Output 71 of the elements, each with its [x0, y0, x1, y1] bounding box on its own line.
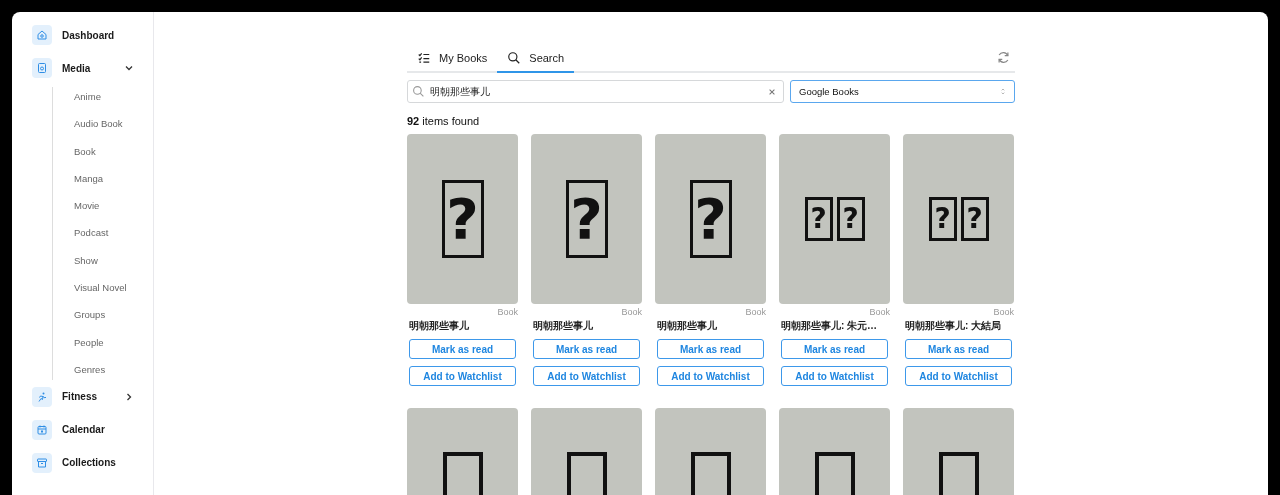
sidebar-subitem[interactable]: Genres — [74, 359, 153, 380]
book-title[interactable]: 明朝那些事儿 — [533, 319, 642, 333]
action-button[interactable]: Mark as read — [533, 339, 640, 359]
action-button[interactable]: Add to Watchlist — [533, 366, 640, 386]
tab[interactable]: My Books — [407, 44, 498, 73]
sidebar-subitem[interactable]: Podcast — [74, 223, 153, 251]
checklist-icon — [417, 50, 431, 65]
archive-icon — [36, 456, 48, 469]
sidebar-label: Collections — [62, 457, 117, 469]
placeholder-glyph: ? — [804, 197, 833, 241]
updown-icon — [1000, 87, 1006, 96]
book-title[interactable]: 明朝那些事儿 — [657, 319, 766, 333]
book-title[interactable]: 明朝那些事儿 — [409, 319, 518, 333]
book-title[interactable]: 明朝那些事儿: 朱元… — [781, 319, 890, 333]
search-icon — [412, 85, 425, 98]
action-button[interactable]: Add to Watchlist — [409, 366, 516, 386]
media-icon — [36, 62, 48, 74]
book-cover[interactable]: ? ? — [903, 134, 1014, 304]
home-icon — [36, 29, 48, 41]
action-button[interactable]: Mark as read — [905, 339, 1012, 359]
tab[interactable]: Search — [497, 44, 575, 73]
action-button[interactable]: Add to Watchlist — [905, 366, 1012, 386]
sidebar-subitem[interactable]: Manga — [74, 168, 153, 197]
placeholder-glyph: ? — [441, 180, 484, 258]
chevron-down-icon[interactable] — [124, 63, 134, 73]
sidebar-item[interactable]: Dashboard — [32, 25, 153, 45]
media-type-label: Book — [744, 307, 766, 317]
calendar-icon — [36, 423, 48, 436]
sidebar-subitem[interactable]: Book — [74, 141, 153, 169]
refresh-icon[interactable] — [996, 50, 1011, 65]
media-type-label: Book — [868, 307, 890, 317]
sidebar-label: Media — [62, 62, 92, 74]
book-cover[interactable]: ? ? — [779, 134, 890, 304]
sidebar-subitem[interactable]: Show — [74, 250, 153, 279]
sidebar-label: Calendar — [62, 424, 106, 436]
sidebar-subitem[interactable]: Audio Book — [74, 114, 153, 142]
placeholder-glyph: ? — [928, 197, 957, 241]
sidebar-item[interactable]: Calendar — [32, 419, 153, 440]
book-title[interactable]: 明朝那些事儿: 大結局 — [905, 319, 1014, 333]
runner-icon — [36, 390, 48, 403]
source-select[interactable]: Google Books — [790, 80, 1015, 103]
book-cover[interactable]: ? — [531, 134, 642, 304]
result-count: 92 items found — [407, 115, 481, 127]
placeholder-glyph: ? — [960, 197, 989, 241]
media-type-label: Book — [496, 307, 518, 317]
action-button[interactable]: Mark as read — [409, 339, 516, 359]
close-icon[interactable] — [768, 88, 776, 96]
placeholder-glyph: ? — [565, 180, 608, 258]
action-button[interactable]: Mark as read — [781, 339, 888, 359]
sidebar-subitem[interactable]: Groups — [74, 305, 153, 333]
sidebar-label: Dashboard — [62, 29, 116, 41]
sidebar-subitem[interactable]: Movie — [74, 196, 153, 224]
action-button[interactable]: Mark as read — [657, 339, 764, 359]
action-button[interactable]: Add to Watchlist — [781, 366, 888, 386]
media-type-label: Book — [620, 307, 642, 317]
sidebar-item[interactable]: Media — [32, 58, 153, 78]
sidebar-label: Fitness — [62, 391, 98, 403]
book-cover[interactable]: ? — [655, 134, 766, 304]
sidebar-subitem[interactable]: People — [74, 332, 153, 360]
placeholder-glyph: ? — [689, 180, 732, 258]
placeholder-glyph: ? — [836, 197, 865, 241]
sidebar-item[interactable]: Fitness — [32, 386, 153, 407]
sidebar-item[interactable]: Collections — [32, 452, 153, 473]
action-button[interactable]: Add to Watchlist — [657, 366, 764, 386]
search-field[interactable]: 明朝那些事儿 — [407, 80, 784, 103]
chevron-right-icon[interactable] — [124, 391, 134, 402]
book-cover[interactable]: ? — [407, 134, 518, 304]
media-type-label: Book — [992, 307, 1014, 317]
sidebar-subitem[interactable]: Visual Novel — [74, 278, 153, 306]
search-icon — [507, 50, 522, 65]
sidebar-subitem[interactable]: Anime — [74, 87, 153, 115]
